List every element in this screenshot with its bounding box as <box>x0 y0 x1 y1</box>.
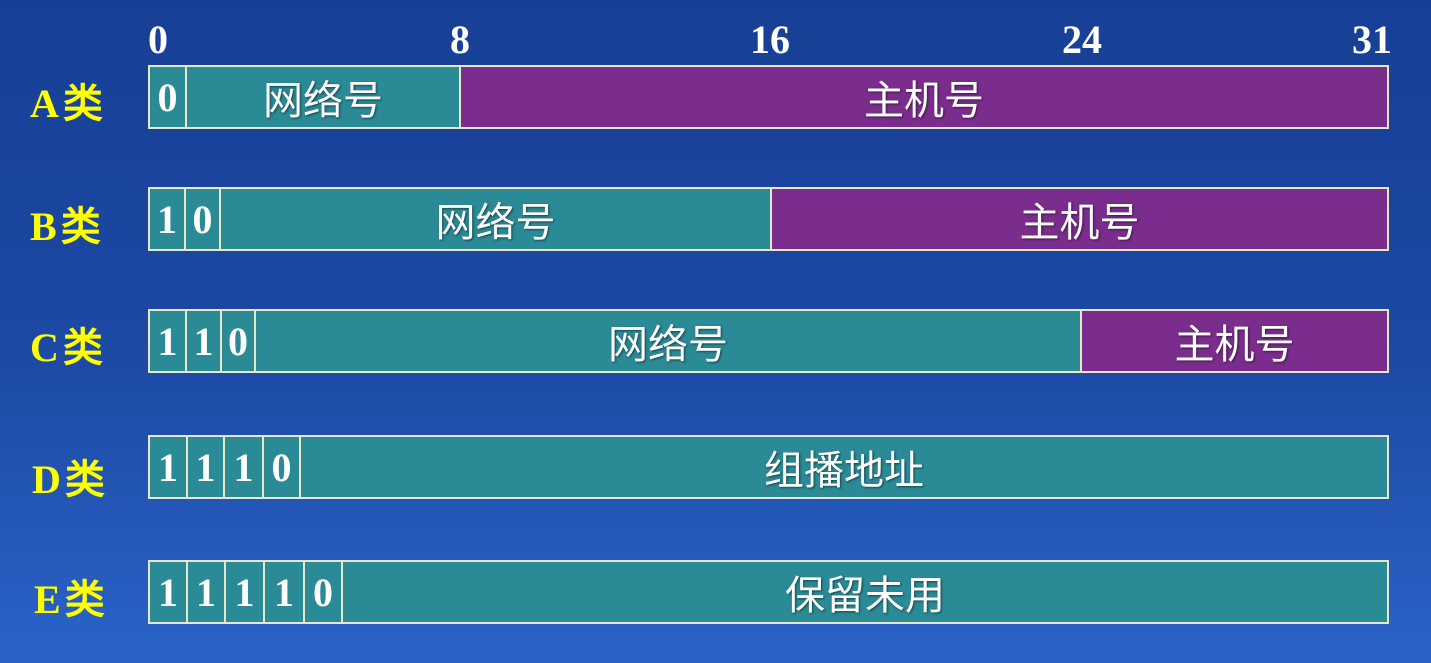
class-c-letter: C <box>30 325 59 370</box>
class-d-letter: D <box>32 457 61 502</box>
class-e-bit-0: 1 <box>150 562 188 622</box>
class-e-bit-1: 1 <box>188 562 226 622</box>
class-c-host-field: 主机号 <box>1082 311 1387 371</box>
class-d-bit-2: 1 <box>225 437 264 497</box>
class-c-network-field: 网络号 <box>256 311 1082 371</box>
class-c-bit-1: 1 <box>187 311 222 371</box>
class-c-bit-0: 1 <box>150 311 187 371</box>
class-d-label: D类 <box>32 458 105 502</box>
class-b-letter: B <box>30 204 57 249</box>
class-a-letter: A <box>30 81 59 126</box>
class-b-host-field: 主机号 <box>772 189 1387 249</box>
class-c-bit-2: 0 <box>222 311 256 371</box>
class-e-label: E类 <box>34 578 105 622</box>
class-e-bit-3: 1 <box>265 562 305 622</box>
ruler-label-16: 16 <box>750 17 790 62</box>
ruler-label-24: 24 <box>1062 17 1102 62</box>
class-c-suffix: 类 <box>62 325 103 370</box>
class-b-bit-0: 1 <box>150 189 186 249</box>
class-d-bit-1: 1 <box>188 437 225 497</box>
class-d-bar: 1 1 1 0 组播地址 <box>148 435 1389 499</box>
class-a-network-field: 网络号 <box>187 67 461 127</box>
class-e-bar: 1 1 1 1 0 保留未用 <box>148 560 1389 624</box>
ruler-label-8: 8 <box>450 17 470 62</box>
class-a-bit-0: 0 <box>150 67 187 127</box>
ruler-label-31: 31 <box>1352 17 1392 62</box>
class-b-suffix: 类 <box>60 204 101 249</box>
class-d-bit-3: 0 <box>264 437 301 497</box>
class-e-letter: E <box>34 577 61 622</box>
class-d-suffix: 类 <box>64 457 105 502</box>
class-b-bar: 1 0 网络号 主机号 <box>148 187 1389 251</box>
class-a-host-field: 主机号 <box>461 67 1387 127</box>
class-d-bit-0: 1 <box>150 437 188 497</box>
class-b-label: B类 <box>30 205 101 249</box>
class-d-multicast-field: 组播地址 <box>764 448 924 494</box>
class-b-bit-1: 0 <box>186 189 221 249</box>
class-a-suffix: 类 <box>62 81 103 126</box>
ruler-label-0: 0 <box>148 17 168 62</box>
class-a-label: A类 <box>30 82 103 126</box>
class-e-suffix: 类 <box>64 577 105 622</box>
class-c-label: C类 <box>30 326 103 370</box>
class-c-bar: 1 1 0 网络号 主机号 <box>148 309 1389 373</box>
class-a-bar: 0 网络号 主机号 <box>148 65 1389 129</box>
class-e-reserved-field: 保留未用 <box>785 573 945 619</box>
class-e-bit-4: 0 <box>305 562 343 622</box>
class-e-bit-2: 1 <box>226 562 265 622</box>
class-b-network-field: 网络号 <box>221 189 772 249</box>
